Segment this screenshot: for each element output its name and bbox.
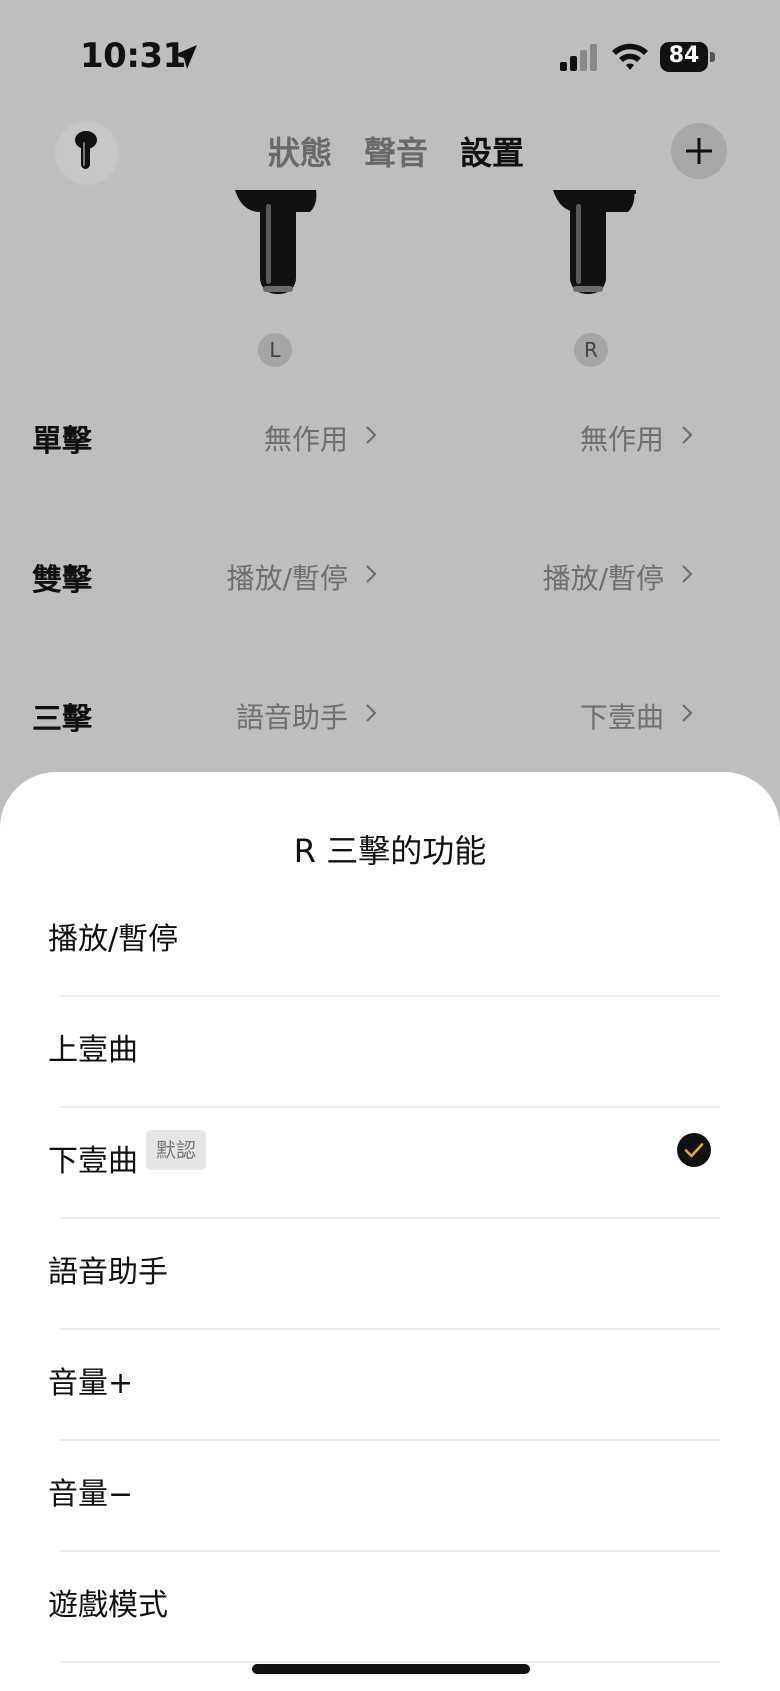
background-screen: 10:31 84 狀態 聲音 設置 L R 單擊 無作用 無作用 雙擊 播放/暫…	[0, 0, 780, 1691]
option-label: 音量−	[48, 1477, 134, 1512]
option-volume-down[interactable]: 音量−	[0, 1441, 780, 1552]
option-next-track[interactable]: 下壹曲 默認	[0, 1108, 780, 1219]
cellular-signal-icon	[560, 44, 597, 71]
option-volume-up[interactable]: 音量+	[0, 1330, 780, 1441]
option-label: 音量+	[48, 1366, 134, 1401]
right-gesture-value[interactable]: 下壹曲	[580, 696, 664, 736]
default-badge: 默認	[146, 1130, 206, 1170]
gesture-row-single-tap: 單擊 無作用 無作用	[0, 406, 780, 466]
tab-status[interactable]: 狀態	[268, 128, 332, 178]
chevron-right-icon[interactable]	[364, 702, 378, 724]
gesture-row-double-tap: 雙擊 播放/暫停 播放/暫停	[0, 545, 780, 605]
gesture-label: 雙擊	[32, 563, 92, 598]
chevron-right-icon[interactable]	[680, 563, 694, 585]
option-previous-track[interactable]: 上壹曲	[0, 997, 780, 1108]
checkmark-icon	[677, 1133, 711, 1167]
sheet-title: R 三擊的功能	[293, 832, 487, 870]
right-earbud-image	[553, 190, 636, 294]
tab-bar: 狀態 聲音 設置	[268, 128, 524, 178]
left-gesture-value[interactable]: 無作用	[264, 418, 348, 458]
option-label: 語音助手	[48, 1255, 168, 1290]
tab-sound[interactable]: 聲音	[364, 128, 428, 178]
chevron-right-icon[interactable]	[680, 424, 694, 446]
left-gesture-value[interactable]: 語音助手	[236, 696, 348, 736]
status-bar: 10:31 84	[0, 0, 780, 110]
gesture-label: 三擊	[32, 702, 92, 737]
left-side-badge: L	[258, 333, 292, 367]
plus-icon	[686, 138, 712, 164]
function-picker-sheet: R 三擊的功能 播放/暫停 上壹曲 下壹曲 默認 語音助手 音量+ 音量− 遊戲…	[0, 772, 780, 1691]
home-indicator[interactable]	[252, 1664, 530, 1674]
chevron-right-icon[interactable]	[680, 702, 694, 724]
location-arrow-icon	[174, 45, 197, 69]
left-earbud-image	[235, 190, 317, 294]
battery-level: 84	[668, 43, 700, 68]
option-label: 上壹曲	[48, 1033, 138, 1068]
wifi-icon	[612, 43, 648, 70]
right-side-badge: R	[574, 333, 608, 367]
gesture-label: 單擊	[32, 424, 92, 459]
left-gesture-value[interactable]: 播放/暫停	[227, 557, 348, 597]
chevron-right-icon[interactable]	[364, 563, 378, 585]
divider	[60, 1661, 720, 1663]
option-play-pause[interactable]: 播放/暫停	[0, 886, 780, 997]
option-game-mode[interactable]: 遊戲模式	[0, 1552, 780, 1663]
add-button[interactable]	[671, 123, 727, 179]
battery-cap	[710, 52, 715, 62]
battery-icon: 84	[660, 42, 716, 72]
option-voice-assistant[interactable]: 語音助手	[0, 1219, 780, 1330]
gesture-row-triple-tap: 三擊 語音助手 下壹曲	[0, 684, 780, 744]
device-avatar[interactable]	[56, 122, 118, 184]
option-label: 播放/暫停	[48, 922, 179, 957]
tab-settings[interactable]: 設置	[460, 128, 524, 178]
option-label: 下壹曲	[48, 1144, 138, 1179]
option-label: 遊戲模式	[48, 1588, 168, 1623]
right-gesture-value[interactable]: 無作用	[580, 418, 664, 458]
earbud-thumbnail-icon	[75, 131, 97, 169]
right-gesture-value[interactable]: 播放/暫停	[543, 557, 664, 597]
chevron-right-icon[interactable]	[364, 424, 378, 446]
